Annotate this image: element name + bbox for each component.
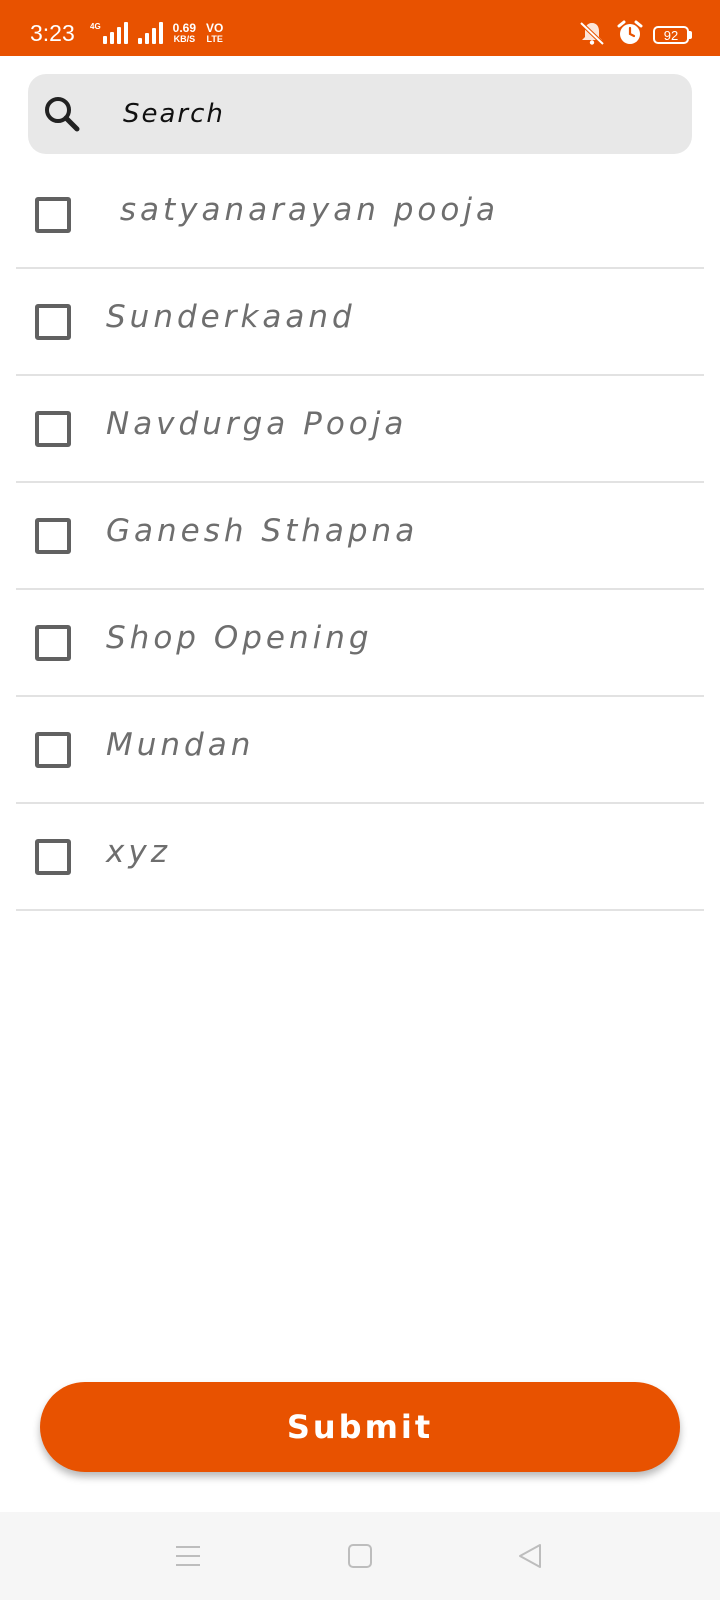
search-bar[interactable] xyxy=(28,74,692,154)
back-icon[interactable] xyxy=(512,1538,548,1574)
signal-4g-icon: 4G xyxy=(90,22,128,44)
status-right: 92 xyxy=(577,20,692,50)
search-icon[interactable] xyxy=(42,94,82,134)
list-item[interactable]: Mundan xyxy=(16,697,704,804)
status-signals: 4G 0.69 KB/S VO LTE xyxy=(90,22,223,44)
item-label: Ganesh Sthapna xyxy=(106,513,419,549)
list-item[interactable]: xyz xyxy=(16,804,704,911)
alarm-icon xyxy=(617,20,643,50)
submit-button[interactable]: Submit xyxy=(40,1382,680,1472)
list-item[interactable]: Navdurga Pooja xyxy=(16,376,704,483)
data-speed: 0.69 KB/S xyxy=(173,22,196,44)
battery-icon: 92 xyxy=(653,26,692,44)
checkbox[interactable] xyxy=(35,839,71,875)
search-input[interactable] xyxy=(123,94,663,134)
volte-indicator: VO LTE xyxy=(206,22,223,44)
item-label: Shop Opening xyxy=(106,620,373,656)
item-label: Navdurga Pooja xyxy=(106,406,408,442)
home-icon[interactable] xyxy=(342,1538,378,1574)
list-item[interactable]: Ganesh Sthapna xyxy=(16,483,704,590)
status-time: 3:23 xyxy=(30,20,75,46)
item-label: xyz xyxy=(106,834,171,870)
network-type-label: 4G xyxy=(90,22,101,31)
list-item[interactable]: satyanarayan pooja xyxy=(16,162,704,269)
volte-line1: VO xyxy=(206,21,224,35)
battery-level: 92 xyxy=(653,26,689,44)
checkbox[interactable] xyxy=(35,732,71,768)
menu-icon[interactable] xyxy=(170,1538,206,1574)
screen: 3:23 4G 0.69 KB/S VO LTE 92 Search satya… xyxy=(0,0,720,1600)
data-speed-value: 0.69 xyxy=(172,21,197,35)
checkbox[interactable] xyxy=(35,411,71,447)
checkbox[interactable] xyxy=(35,304,71,340)
item-label: Mundan xyxy=(106,727,255,763)
pooja-list: satyanarayan pooja Sunderkaand Navdurga … xyxy=(16,162,704,911)
checkbox[interactable] xyxy=(35,518,71,554)
volte-line2: LTE xyxy=(206,34,223,44)
checkbox[interactable] xyxy=(35,197,71,233)
mute-icon xyxy=(577,20,607,50)
data-speed-unit: KB/S xyxy=(173,34,196,44)
item-label: satyanarayan pooja xyxy=(106,192,499,228)
signal-icon xyxy=(137,22,163,44)
item-label: Sunderkaand xyxy=(106,299,356,335)
list-item[interactable]: Shop Opening xyxy=(16,590,704,697)
checkbox[interactable] xyxy=(35,625,71,661)
list-item[interactable]: Sunderkaand xyxy=(16,269,704,376)
status-bar: 3:23 4G 0.69 KB/S VO LTE 92 xyxy=(0,0,720,56)
navigation-bar xyxy=(0,1512,720,1600)
